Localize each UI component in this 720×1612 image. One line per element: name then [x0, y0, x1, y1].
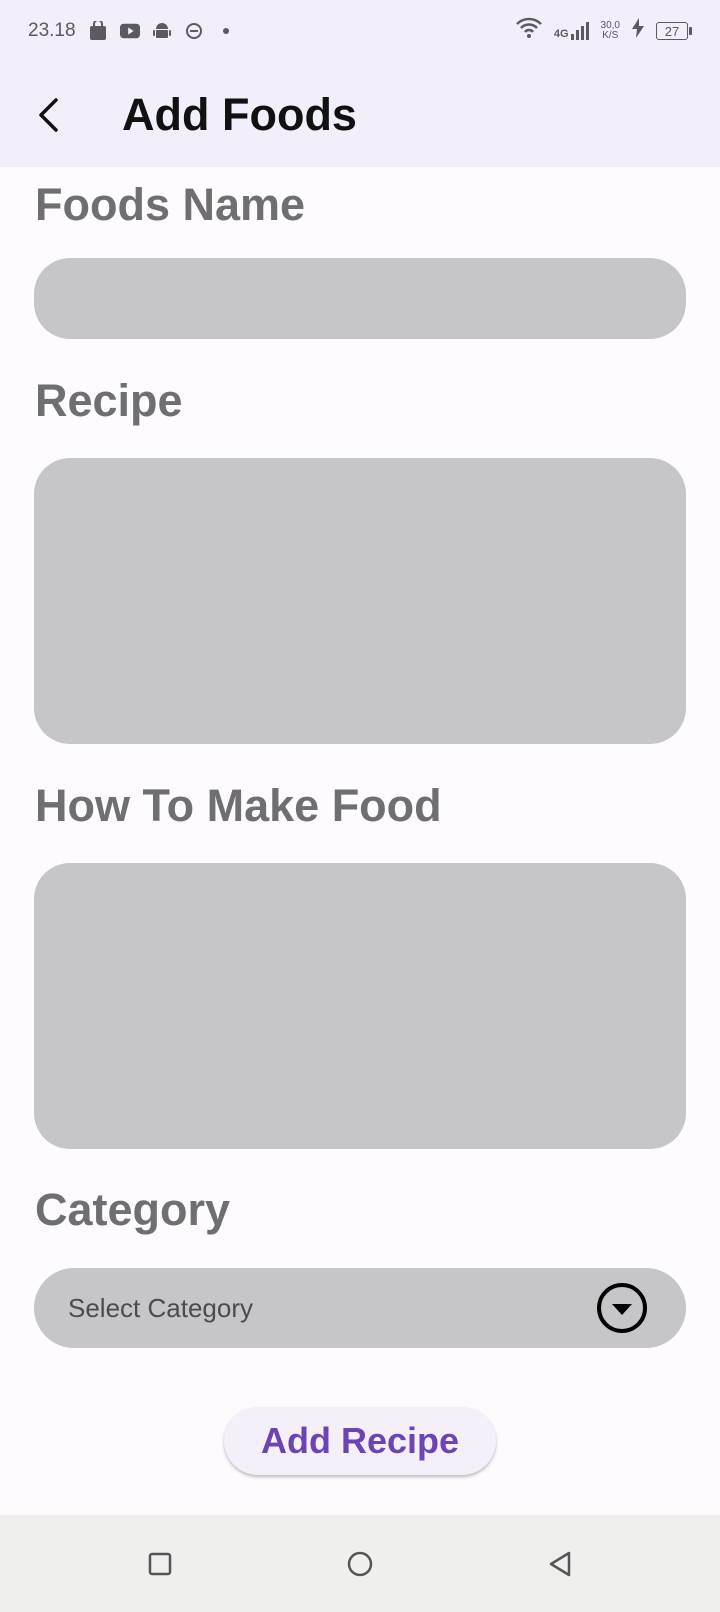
status-time: 23.18: [28, 20, 76, 41]
back-nav-button[interactable]: [530, 1534, 590, 1594]
battery-icon: 27: [656, 22, 692, 40]
back-arrow-icon: [39, 97, 58, 132]
status-left: 23.18: [28, 20, 236, 42]
battery-level: 27: [656, 22, 688, 40]
signal-bars-icon: [570, 22, 589, 40]
recipe-input[interactable]: [34, 458, 686, 744]
foods-name-label: Foods Name: [35, 179, 306, 230]
foods-name-input[interactable]: [34, 258, 686, 339]
network-type: 4G: [553, 28, 569, 40]
how-to-make-input[interactable]: [34, 863, 686, 1149]
category-dropdown[interactable]: Select Category: [34, 1268, 686, 1348]
dropdown-arrow-icon: [597, 1283, 647, 1333]
status-right: 4G 30,0 K/S 27: [515, 17, 692, 45]
app-bar: Add Foods: [0, 62, 720, 167]
back-button[interactable]: [20, 87, 76, 143]
wifi-icon: [515, 17, 542, 45]
recipe-label: Recipe: [35, 375, 183, 426]
charging-icon: [632, 18, 644, 44]
android-icon: [152, 21, 172, 41]
net-speed: 30,0 K/S: [601, 21, 620, 41]
home-button[interactable]: [330, 1534, 390, 1594]
recent-apps-button[interactable]: [130, 1534, 190, 1594]
net-speed-unit: K/S: [602, 30, 619, 41]
signal-indicator: 4G: [554, 22, 589, 40]
square-icon: [148, 1552, 172, 1575]
add-recipe-button[interactable]: Add Recipe: [224, 1407, 496, 1475]
add-foods-form: Foods Name Recipe How To Make Food Categ…: [0, 167, 720, 1515]
more-notifications-dot-icon: [216, 21, 236, 41]
system-nav-bar: [0, 1515, 720, 1612]
how-to-make-label: How To Make Food: [35, 780, 442, 831]
youtube-icon: [119, 21, 140, 41]
category-selected-value: Select Category: [68, 1292, 253, 1323]
circle-icon: [347, 1551, 373, 1576]
app-notification-icon: [184, 21, 204, 41]
category-label: Category: [35, 1184, 231, 1235]
status-bar: 23.18 4G 30,0 K/S 27: [0, 0, 720, 62]
triangle-back-icon: [549, 1551, 571, 1576]
page-title: Add Foods: [122, 88, 357, 140]
shopping-bag-icon: [88, 21, 108, 41]
